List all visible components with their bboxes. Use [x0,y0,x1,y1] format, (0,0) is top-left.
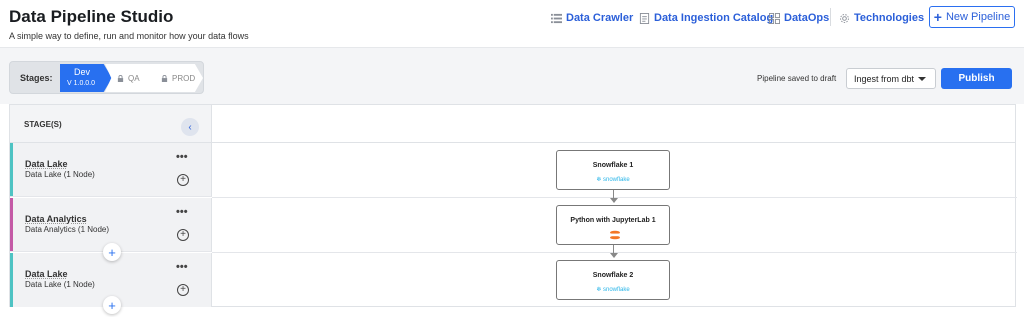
nav-data-ingestion-catalog[interactable]: Data Ingestion Catalog [639,8,773,28]
stage-name: Dev [74,67,91,77]
stage-selector: Stages: Dev V 1.0.0.0 QA PROD [9,61,204,94]
nav-dataops[interactable]: DataOps [769,8,829,28]
stage-qa[interactable]: QA [105,64,157,92]
collapse-stages-button[interactable]: ‹ [181,118,199,136]
ingest-select[interactable]: Ingest from dbt [846,68,936,89]
stage-version: V 1.0.0.0 [67,80,96,87]
document-icon [639,12,650,24]
arrow-down-icon [610,253,618,258]
more-options-icon[interactable]: ••• [176,206,188,218]
stage-name: QA [128,73,140,83]
node-title: Python with JupyterLab 1 [570,217,656,224]
stage-row-subtitle: Data Lake (1 Node) [25,280,95,289]
stage-row-name[interactable]: Data Lake [25,159,68,169]
add-node-button[interactable]: + [177,174,189,186]
jupyter-logo-icon [610,230,620,240]
nav-label: Data Ingestion Catalog [654,12,774,24]
nav-technologies[interactable]: Technologies [839,8,924,28]
more-options-icon[interactable]: ••• [176,151,188,163]
chevron-left-icon: ‹ [188,121,192,133]
pipeline-node[interactable]: Snowflake 1 ❄ snowflake [556,150,670,190]
stage-color-bar [10,143,13,196]
stage-row-subtitle: Data Analytics (1 Node) [25,225,110,234]
stage-name: PROD [172,73,196,83]
nav-divider [830,8,831,26]
plus-icon: + [933,9,942,25]
caret-down-icon [918,77,926,81]
list-icon [551,13,562,23]
stages-header: STAGE(S) ‹ [10,105,212,143]
lock-icon [117,74,124,82]
pipeline-node[interactable]: Python with JupyterLab 1 [556,205,670,245]
nav-label: DataOps [784,12,830,24]
stage-row[interactable]: Data Lake Data Lake (1 Node) ••• + [10,143,212,197]
grid-icon [769,12,780,24]
pipeline-board: STAGE(S) ‹ Data Lake Data Lake (1 Node) … [9,104,1017,314]
publish-button[interactable]: Publish [941,68,1012,89]
node-connector [613,190,614,198]
add-node-button[interactable]: + [177,284,189,296]
snowflake-logo-icon: ❄ snowflake [596,287,630,293]
stage-prod[interactable]: PROD [149,64,203,92]
canvas-header [212,105,1015,143]
stage-row-name[interactable]: Data Lake [25,269,68,279]
node-title: Snowflake 1 [592,162,634,169]
save-status: Pipeline saved to draft [757,74,837,83]
stage-row-subtitle: Data Lake (1 Node) [25,170,95,179]
new-pipeline-button[interactable]: + New Pipeline [929,6,1015,28]
stage-color-bar [10,253,13,307]
nav-label: Data Crawler [566,12,634,24]
node-title: Snowflake 2 [592,272,634,279]
pipeline-toolbar: Stages: Dev V 1.0.0.0 QA PROD Pipeline s… [0,48,1024,104]
stage-color-bar [10,198,13,251]
app-header: Data Pipeline Studio A simple way to def… [0,0,1024,48]
app-title: Data Pipeline Studio [9,7,174,26]
stages-label: Stages: [20,73,53,83]
new-pipeline-label: New Pipeline [945,11,1011,23]
ingest-select-value: Ingest from dbt [854,73,915,84]
pipeline-node[interactable]: Snowflake 2 ❄ snowflake [556,260,670,300]
arrow-down-icon [610,198,618,203]
nav-label: Technologies [854,12,925,24]
stages-header-title: STAGE(S) [24,120,62,129]
stage-dev[interactable]: Dev V 1.0.0.0 [60,64,112,92]
gear-icon [840,13,849,23]
lock-icon [161,74,168,82]
snowflake-logo-icon: ❄ snowflake [596,177,630,183]
add-stage-button[interactable]: + [103,243,121,261]
more-options-icon[interactable]: ••• [176,261,188,273]
add-node-button[interactable]: + [177,229,189,241]
nav-data-crawler[interactable]: Data Crawler [551,8,633,28]
stage-row-name[interactable]: Data Analytics [25,214,87,224]
node-connector [613,245,614,253]
app-subtitle: A simple way to define, run and monitor … [9,31,249,41]
add-stage-button[interactable]: + [103,296,121,314]
